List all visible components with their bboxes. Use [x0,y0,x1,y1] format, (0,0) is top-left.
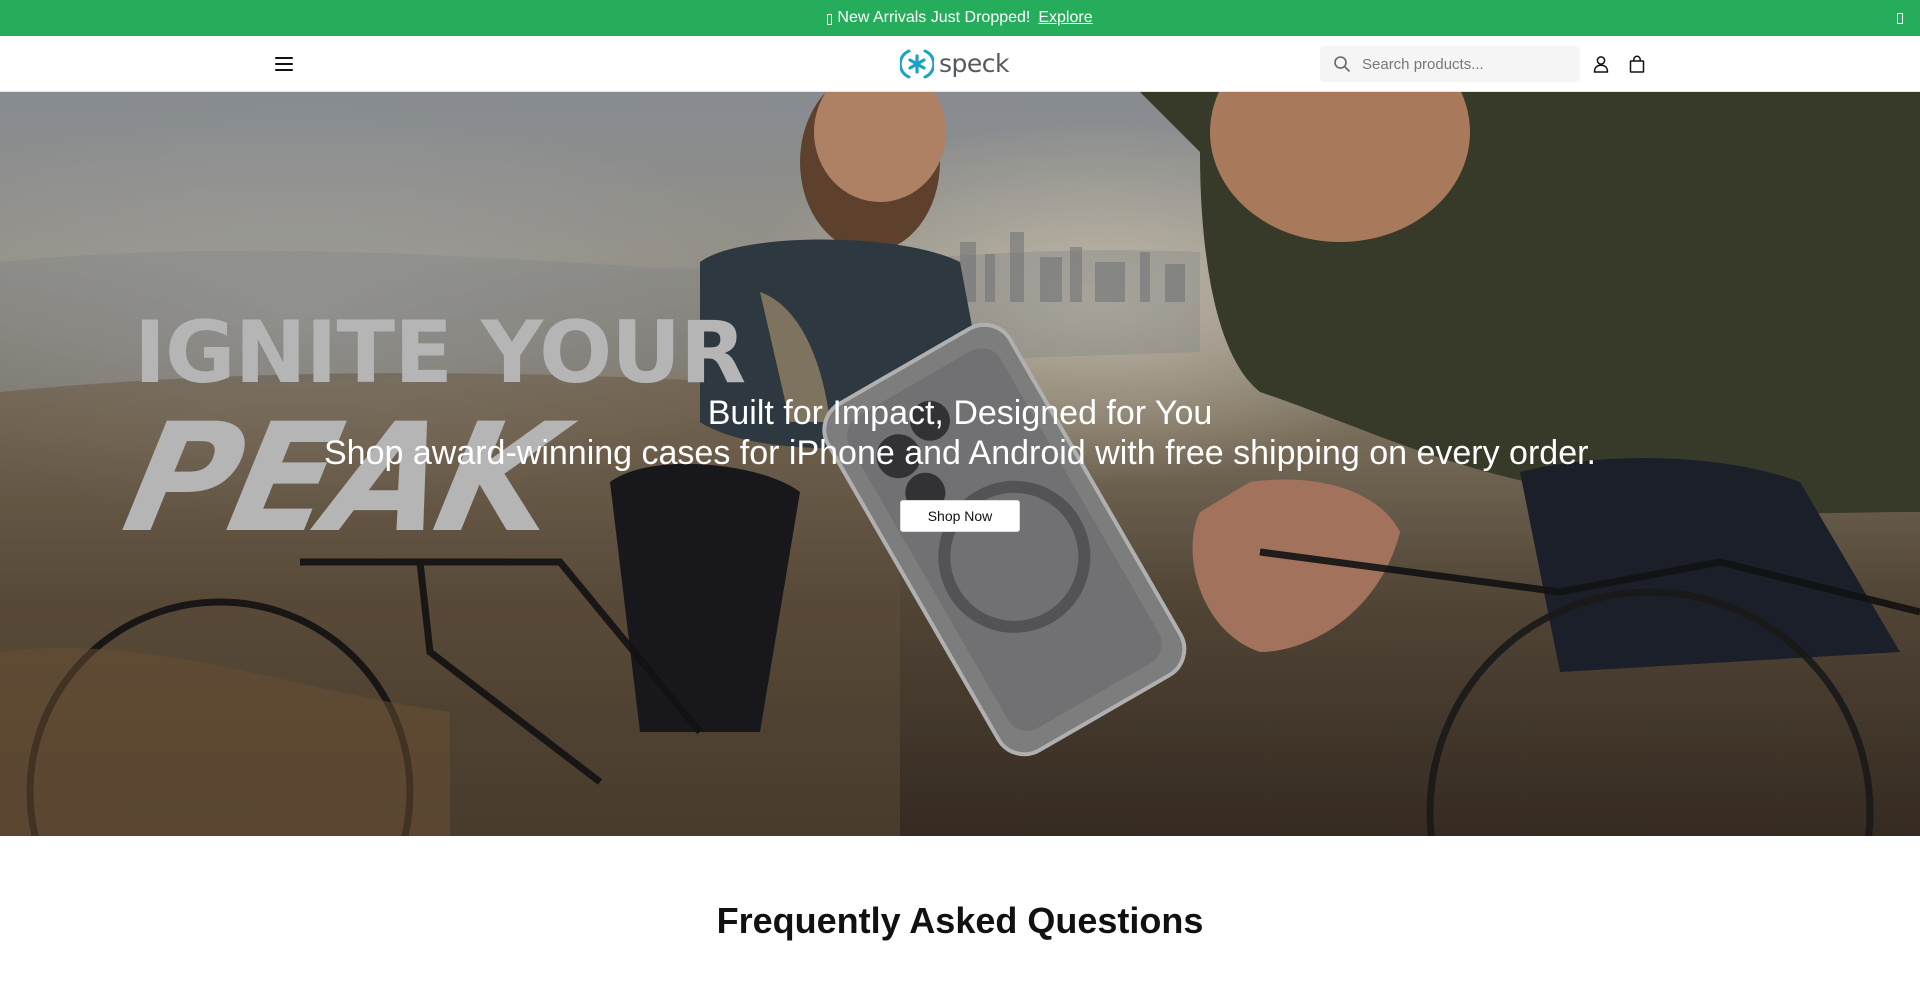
search-bar[interactable] [1320,46,1580,82]
account-button[interactable] [1590,53,1612,75]
shopping-bag-icon [1629,55,1645,73]
search-icon [1332,54,1352,74]
menu-button[interactable] [272,54,296,74]
hero-subtitle: Shop award-winning cases for iPhone and … [324,434,1596,472]
hero-headline-line1: IGNITE YOUR [134,303,746,403]
hamburger-menu-icon [275,57,293,59]
logo-mark-icon [900,49,934,79]
faq-heading: Frequently Asked Questions [716,900,1204,941]
logo-text: speck [939,48,1010,78]
hamburger-line [275,63,293,65]
close-icon [1897,12,1903,24]
search-input[interactable] [1360,54,1570,74]
close-announcement-button[interactable] [1894,9,1906,27]
hero-title: Built for Impact, Designed for You [707,394,1213,432]
shop-now-button[interactable]: Shop Now [900,500,1020,532]
missing-glyph-icon [827,13,833,25]
announcement-text: New Arrivals Just Dropped! [837,9,1031,26]
user-icon [1593,56,1609,73]
announcement-bar: New Arrivals Just Dropped! Explore [0,0,1920,36]
logo[interactable]: speck [900,47,1020,81]
cart-button[interactable] [1626,53,1648,75]
announcement-explore-link[interactable]: Explore [1038,9,1092,27]
site-header: speck [0,36,1920,92]
hero-banner: IGNITE YOUR PEAK Built for Impact, Desig… [0,92,1920,836]
hamburger-line [275,69,293,71]
